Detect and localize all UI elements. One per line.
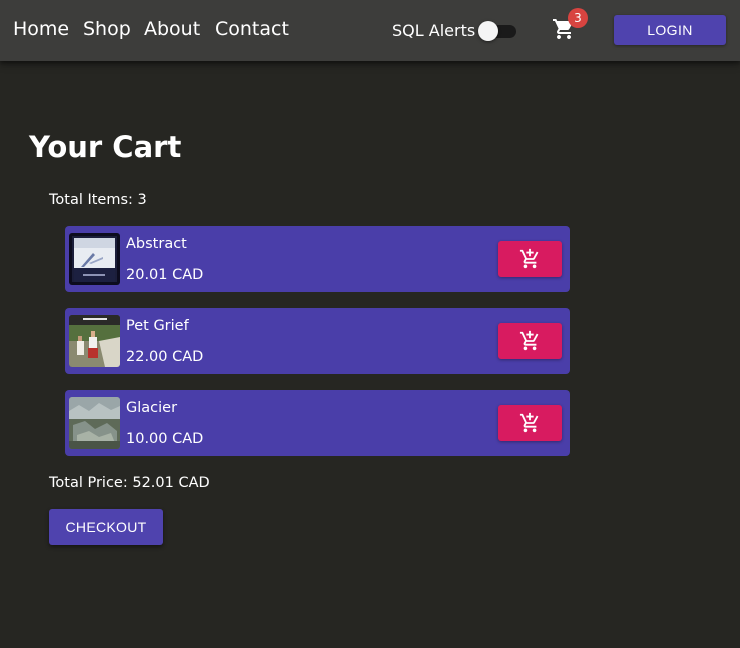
cart-item: Abstract 20.01 CAD <box>65 226 570 292</box>
item-price: 10.00 CAD <box>126 431 204 447</box>
item-title: Pet Grief <box>126 318 189 334</box>
sql-alerts-label: SQL Alerts <box>392 21 476 40</box>
album-cover-image <box>69 233 120 285</box>
item-price: 20.01 CAD <box>126 267 204 283</box>
add-to-cart-button[interactable] <box>498 241 562 277</box>
album-cover-image <box>69 315 120 367</box>
nav-link-home[interactable]: Home <box>13 18 69 40</box>
item-title: Glacier <box>126 400 178 416</box>
add-shopping-cart-icon <box>519 412 539 433</box>
album-cover-image <box>69 397 120 449</box>
page-title: Your Cart <box>29 130 182 164</box>
app-bar: Home Shop About Contact SQL Alerts 3 LOG… <box>0 0 740 61</box>
add-to-cart-button[interactable] <box>498 405 562 441</box>
cart-count-badge: 3 <box>568 8 588 28</box>
total-items-text: Total Items: 3 <box>49 192 147 208</box>
total-price-text: Total Price: 52.01 CAD <box>49 475 210 491</box>
item-price: 22.00 CAD <box>126 349 204 365</box>
add-shopping-cart-icon <box>519 330 539 351</box>
sql-alerts-toggle[interactable] <box>478 21 518 41</box>
toggle-thumb[interactable] <box>478 21 498 41</box>
nav-link-contact[interactable]: Contact <box>215 18 289 40</box>
item-title: Abstract <box>126 236 187 252</box>
cart-item: Glacier 10.00 CAD <box>65 390 570 456</box>
add-shopping-cart-icon <box>519 248 539 269</box>
login-button[interactable]: LOGIN <box>614 15 726 45</box>
nav-link-about[interactable]: About <box>144 18 200 40</box>
nav-link-shop[interactable]: Shop <box>83 18 131 40</box>
add-to-cart-button[interactable] <box>498 323 562 359</box>
checkout-button[interactable]: CHECKOUT <box>49 509 163 545</box>
cart-item: Pet Grief 22.00 CAD <box>65 308 570 374</box>
